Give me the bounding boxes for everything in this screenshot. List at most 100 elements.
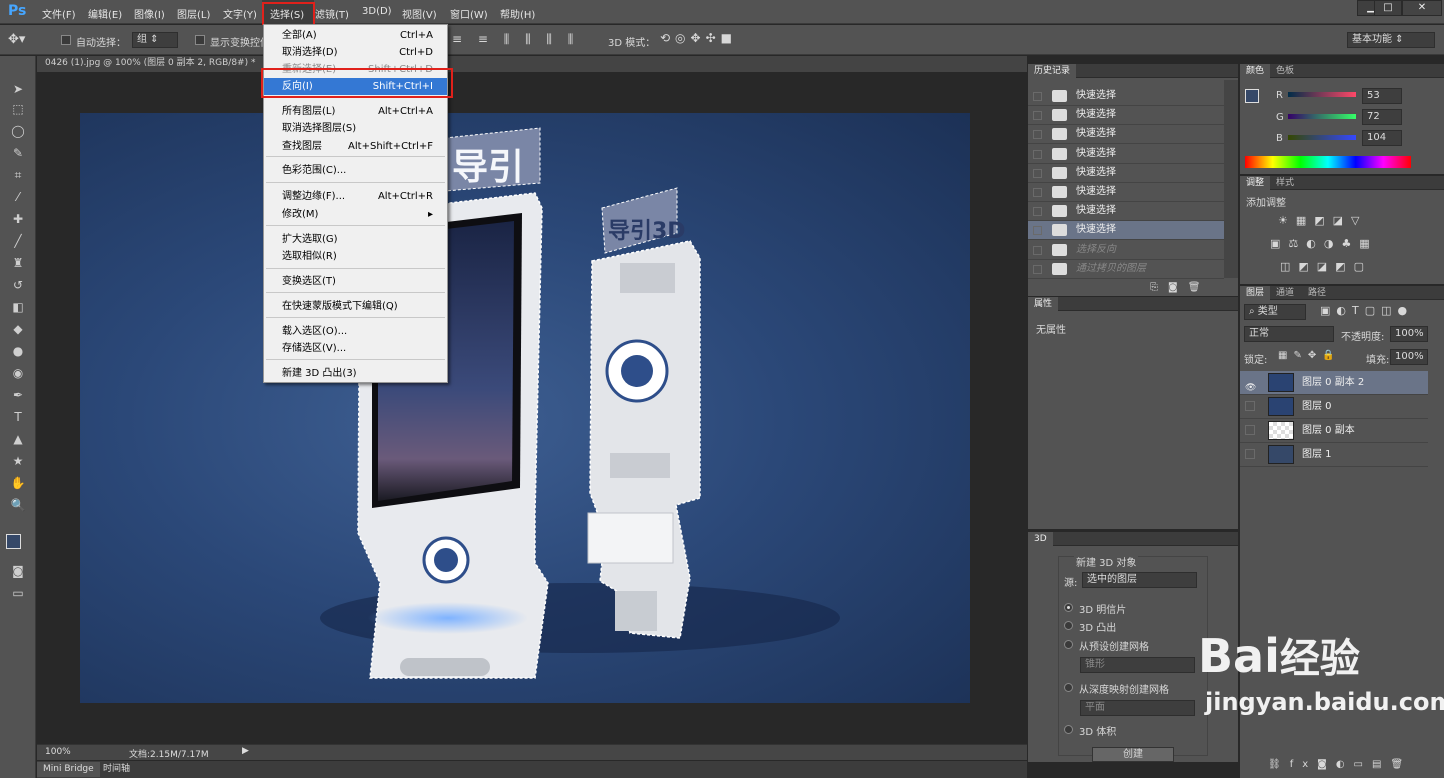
adjustment-icons-row3[interactable]: ◫◩◪◩▢ — [1280, 260, 1372, 273]
pen-tool-icon[interactable]: ✒ — [8, 386, 28, 404]
lock-icons[interactable]: ▦✎✥🔒 — [1278, 350, 1341, 361]
radio-3d-extrude[interactable] — [1064, 621, 1073, 630]
history-row[interactable]: 选择反向 — [1028, 241, 1224, 260]
history-actions-icons[interactable]: ⎘◙🗑 — [1150, 282, 1210, 293]
menu-window[interactable]: 窗口(W) — [450, 6, 488, 21]
menu-help[interactable]: 帮助(H) — [500, 6, 535, 21]
history-row[interactable]: 快速选择 — [1028, 202, 1224, 222]
tab-mini-bridge[interactable]: Mini Bridge — [37, 762, 100, 777]
select-menu-item[interactable]: 调整边缘(F)... Alt+Ctrl+R — [264, 188, 447, 205]
radio-depth-map[interactable] — [1064, 683, 1073, 692]
layer-filter-icons[interactable]: ▣◐T▢◫● — [1320, 304, 1413, 317]
tab-styles[interactable]: 样式 — [1270, 176, 1300, 190]
layer-row[interactable]: 👁 图层 0 副本 2 — [1240, 371, 1428, 395]
auto-select-checkbox[interactable] — [61, 35, 71, 45]
status-menu-arrow-icon[interactable]: ▶ — [242, 746, 249, 756]
eyedropper-tool-icon[interactable]: ⁄ — [8, 188, 28, 206]
layer-row[interactable]: 图层 1 — [1240, 443, 1428, 467]
auto-select-dropdown[interactable]: 组 ⇕ — [132, 32, 178, 48]
foreground-color-swatch[interactable] — [6, 534, 21, 549]
select-menu-item[interactable]: 取消选择图层(S) — [264, 120, 447, 137]
select-menu-item[interactable]: 载入选区(O)... — [264, 323, 447, 340]
radio-3d-volume[interactable] — [1064, 725, 1073, 734]
close-button[interactable]: ✕ — [1402, 0, 1442, 16]
select-menu-item[interactable]: 所有图层(L) Alt+Ctrl+A — [264, 103, 447, 120]
blend-mode-dropdown[interactable]: 正常 — [1244, 326, 1334, 342]
source-dropdown[interactable]: 选中的图层 — [1082, 572, 1197, 588]
radio-mesh-preset[interactable] — [1064, 640, 1073, 649]
history-snapshot-checkbox[interactable] — [1033, 149, 1042, 159]
select-menu-item[interactable]: 新建 3D 凸出(3) — [264, 365, 447, 382]
show-transform-checkbox[interactable] — [195, 35, 205, 45]
stamp-tool-icon[interactable]: ♜ — [8, 254, 28, 272]
history-row[interactable]: 快速选择 — [1028, 164, 1224, 183]
preset-dropdown[interactable]: 锥形 — [1080, 657, 1195, 673]
tab-history[interactable]: 历史记录 — [1028, 64, 1077, 78]
menu-type[interactable]: 文字(Y) — [223, 6, 257, 21]
shape-tool-icon[interactable]: ★ — [8, 452, 28, 470]
adjustment-icons-row1[interactable]: ☀▦◩◪▽ — [1278, 214, 1368, 227]
tab-adjustments[interactable]: 调整 — [1240, 176, 1271, 190]
history-snapshot-checkbox[interactable] — [1033, 245, 1042, 255]
tab-layers[interactable]: 图层 — [1240, 286, 1271, 300]
healing-tool-icon[interactable]: ✚ — [8, 210, 28, 228]
document-tab[interactable]: 0426 (1).jpg @ 100% (图层 0 副本 2, RGB/8#) … — [37, 56, 1027, 72]
radio-3d-postcard[interactable] — [1064, 603, 1073, 612]
history-row[interactable]: 快速选择 — [1028, 145, 1224, 164]
brush-tool-icon[interactable]: ╱ — [8, 232, 28, 250]
history-snapshot-checkbox[interactable] — [1033, 264, 1042, 274]
menu-edit[interactable]: 编辑(E) — [88, 6, 122, 21]
history-row[interactable]: 通过拷贝的图层 — [1028, 260, 1224, 279]
blur-tool-icon[interactable]: ● — [8, 342, 28, 360]
select-menu-item[interactable]: 扩大选取(G) — [264, 231, 447, 248]
fill-input[interactable]: 100% — [1390, 349, 1428, 365]
tab-swatches[interactable]: 色板 — [1270, 64, 1300, 78]
layer-visibility-icon[interactable] — [1245, 449, 1255, 459]
depth-dropdown[interactable]: 平面 — [1080, 700, 1195, 716]
opacity-input[interactable]: 100% — [1390, 326, 1428, 342]
b-value-input[interactable]: 104 — [1362, 130, 1402, 146]
history-snapshot-checkbox[interactable] — [1033, 111, 1042, 121]
type-tool-icon[interactable]: T — [8, 408, 28, 426]
history-row[interactable]: 快速选择 — [1028, 221, 1224, 241]
history-snapshot-checkbox[interactable] — [1033, 168, 1042, 178]
tab-3d[interactable]: 3D — [1028, 532, 1053, 546]
layer-visibility-icon[interactable]: 👁 — [1245, 377, 1256, 393]
quick-mask-icon[interactable]: ◙ — [8, 562, 28, 580]
layer-visibility-icon[interactable] — [1245, 401, 1255, 411]
layer-row[interactable]: 图层 0 — [1240, 395, 1428, 419]
color-fg-swatch[interactable] — [1245, 89, 1259, 103]
r-value-input[interactable]: 53 — [1362, 88, 1402, 104]
history-row[interactable]: 快速选择 — [1028, 106, 1224, 126]
select-menu-item[interactable]: 选取相似(R) — [264, 248, 447, 265]
tab-channels[interactable]: 通道 — [1270, 286, 1300, 300]
zoom-level[interactable]: 100% — [45, 747, 71, 757]
tab-color[interactable]: 颜色 — [1240, 64, 1271, 78]
select-menu-item[interactable]: 全部(A) Ctrl+A — [264, 27, 447, 44]
lasso-tool-icon[interactable]: ◯ — [8, 122, 28, 140]
layer-row[interactable]: 图层 0 副本 — [1240, 419, 1428, 443]
crop-tool-icon[interactable]: ⌗ — [8, 166, 28, 184]
align-icons[interactable]: ≡ ≡ ⫼ ⫼ ⫼ ⫼ — [452, 32, 579, 47]
document-image[interactable]: 导引 导引3D — [80, 113, 970, 703]
path-select-tool-icon[interactable]: ▲ — [8, 430, 28, 448]
select-menu-item[interactable]: 变换选区(T) — [264, 273, 447, 290]
bucket-tool-icon[interactable]: ◆ — [8, 320, 28, 338]
history-row[interactable]: 快速选择 — [1028, 125, 1224, 145]
menu-file[interactable]: 文件(F) — [42, 6, 76, 21]
history-snapshot-checkbox[interactable] — [1033, 188, 1042, 197]
move-tool-icon[interactable]: ✥▾ — [8, 32, 25, 47]
menu-filter[interactable]: 滤镜(T) — [315, 6, 349, 21]
history-snapshot-checkbox[interactable] — [1033, 226, 1042, 236]
history-row[interactable]: 快速选择 — [1028, 183, 1224, 202]
history-snapshot-checkbox[interactable] — [1033, 207, 1042, 217]
select-menu-item[interactable]: 在快速蒙版模式下编辑(Q) — [264, 298, 447, 315]
screen-mode-icon[interactable]: ▭ — [8, 584, 28, 602]
3d-mode-icons[interactable]: ⟲◎✥✣■ — [660, 31, 737, 45]
select-menu-item[interactable]: 色彩范围(C)... — [264, 162, 447, 179]
eraser-tool-icon[interactable]: ◧ — [8, 298, 28, 316]
select-menu-item[interactable]: 查找图层 Alt+Shift+Ctrl+F — [264, 138, 447, 155]
zoom-tool-icon[interactable]: 🔍 — [8, 496, 28, 514]
select-menu-item[interactable]: 存储选区(V)... — [264, 340, 447, 357]
menu-image[interactable]: 图像(I) — [134, 6, 165, 21]
